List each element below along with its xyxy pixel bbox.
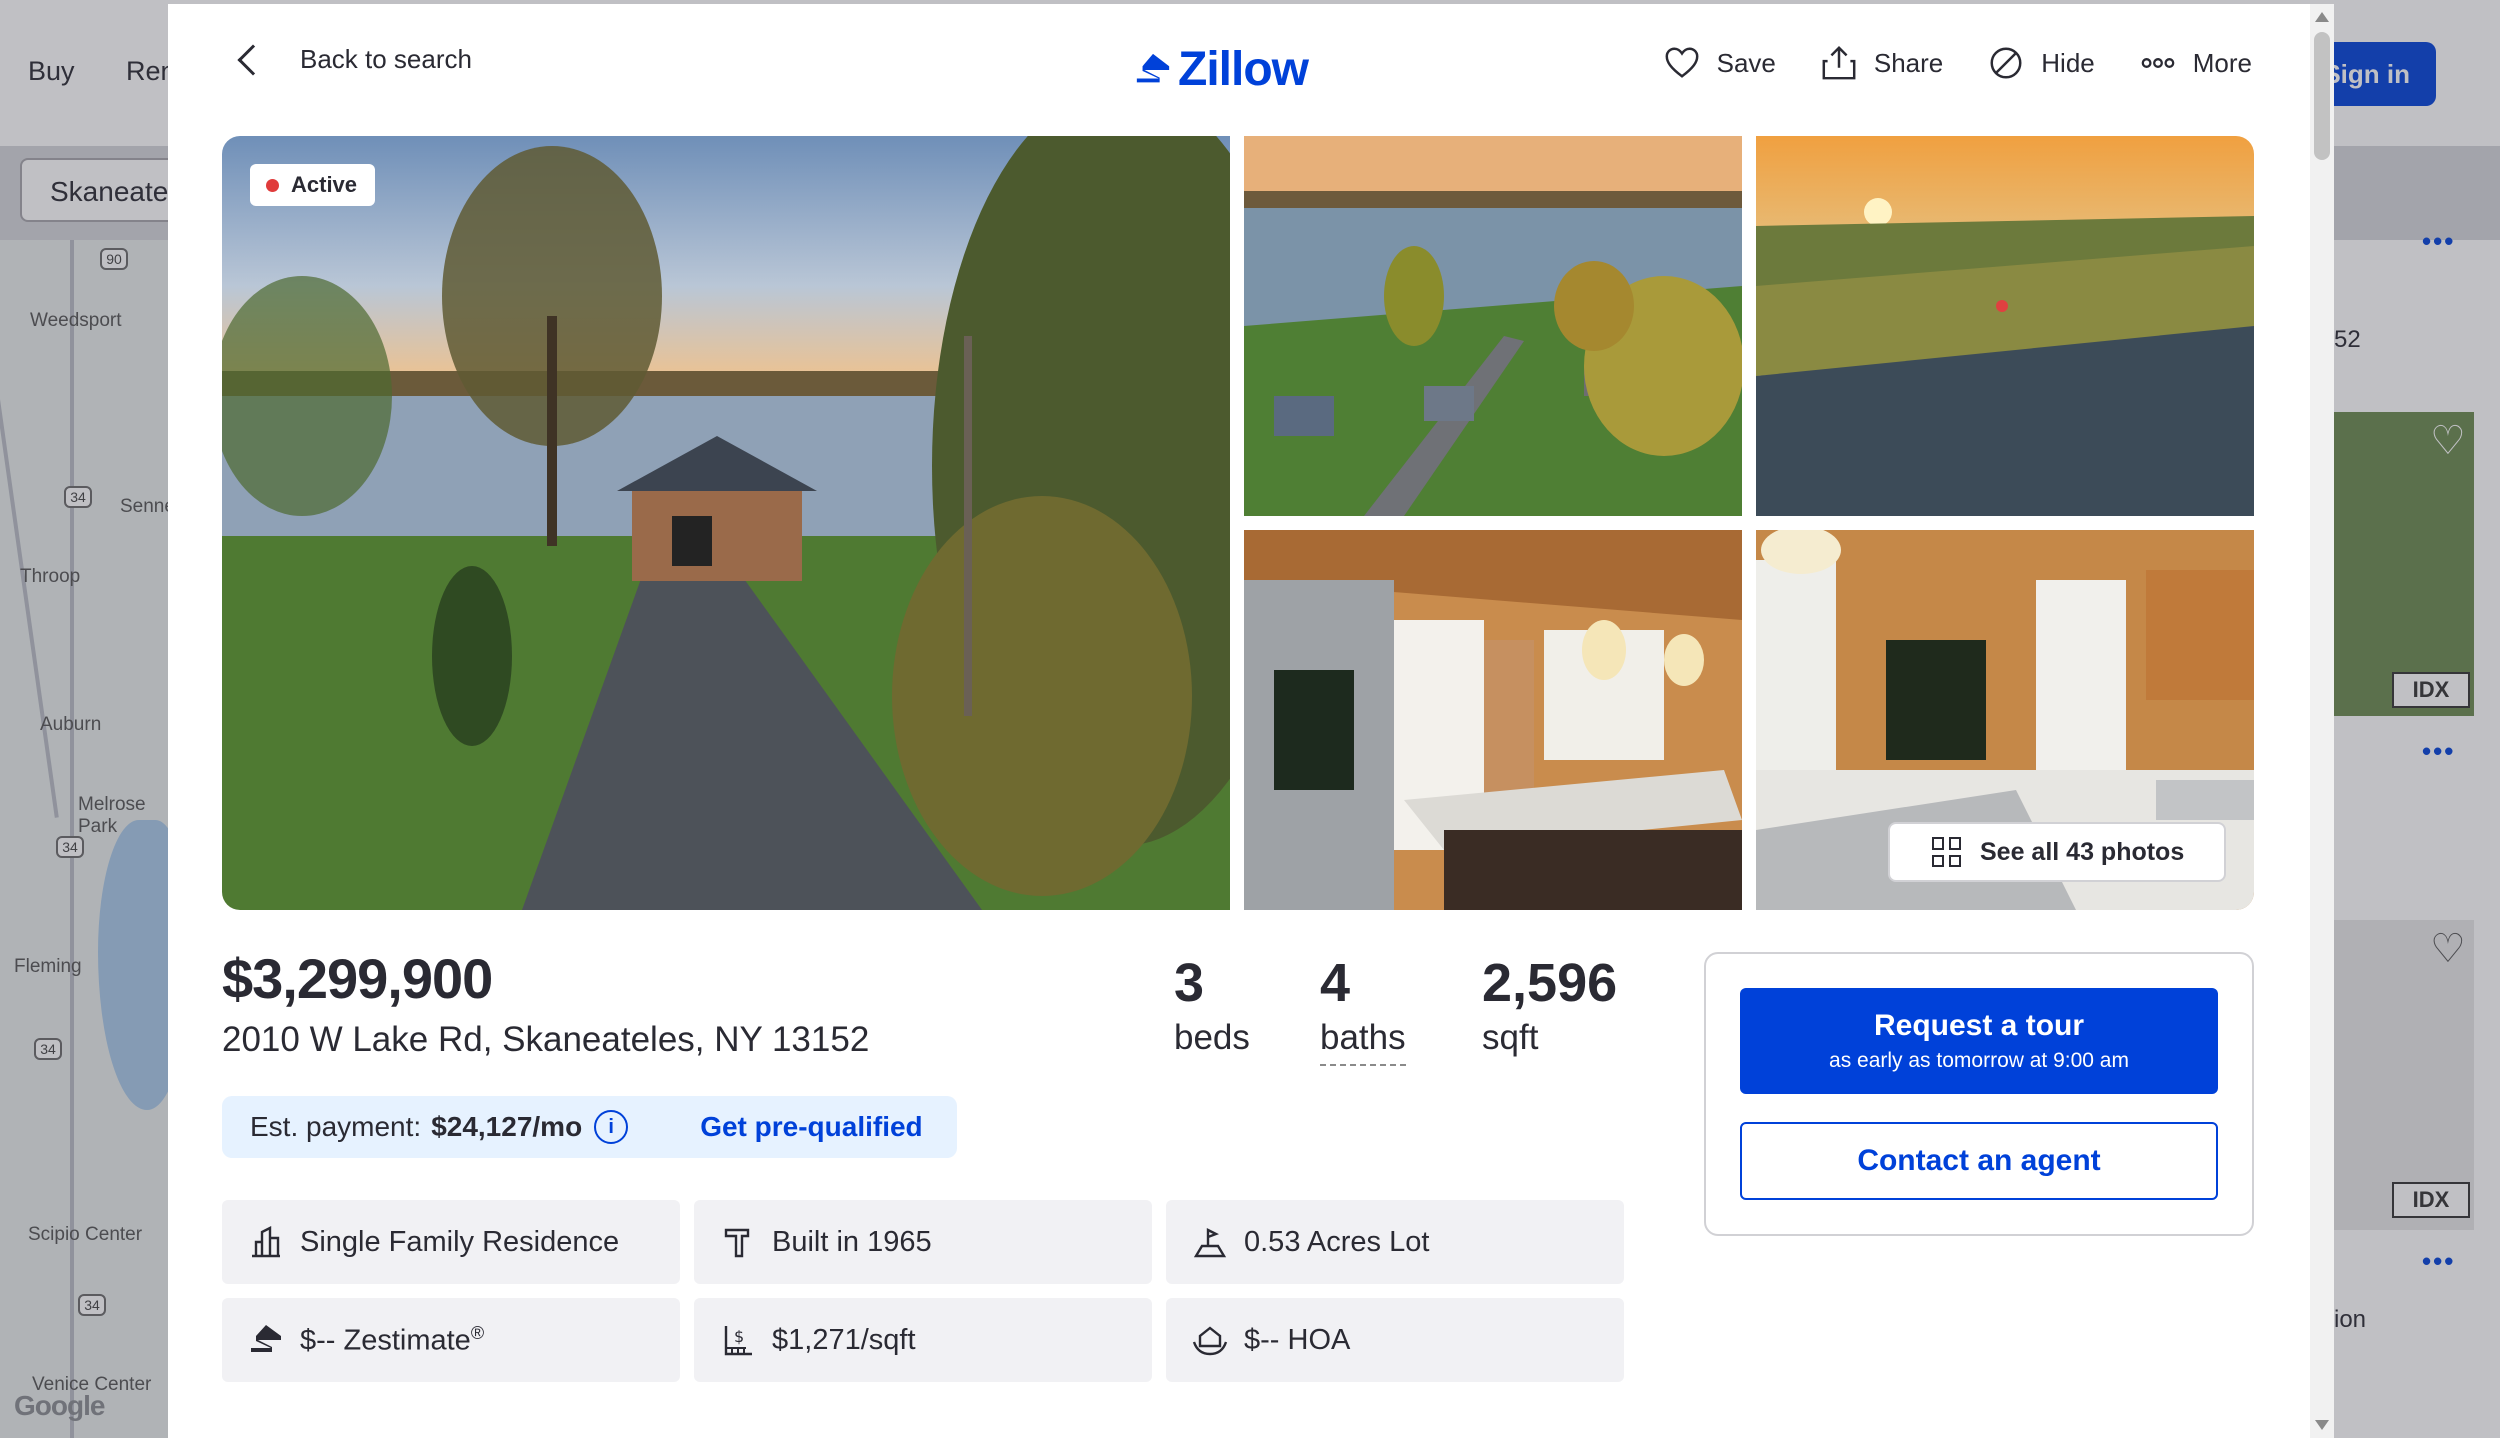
sqft-number: 2,596 — [1482, 953, 1618, 1013]
more-button[interactable]: More — [2139, 44, 2252, 82]
photo-kitchen-range[interactable]: See all 43 photos — [1756, 530, 2254, 910]
heart-icon — [1665, 47, 1699, 78]
sqft-label: sqft — [1482, 1018, 1539, 1057]
beds-stat: 3 beds — [1174, 952, 1250, 1058]
lot-size-text: 0.53 Acres Lot — [1244, 1225, 1430, 1258]
see-all-photos-button[interactable]: See all 43 photos — [1888, 822, 2226, 882]
price-per-sqft-text: $1,271/sqft — [772, 1323, 916, 1356]
lot-size-icon — [1193, 1228, 1227, 1258]
request-tour-subtitle: as early as tomorrow at 9:00 am — [1829, 1049, 2129, 1072]
scroll-down-icon[interactable] — [2315, 1420, 2329, 1430]
listing-price: $3,299,900 — [222, 947, 493, 1010]
status-label: Active — [291, 172, 358, 197]
listing-actions: Save Share Hide More — [1663, 44, 2252, 82]
info-icon[interactable]: i — [594, 1110, 629, 1144]
share-icon — [1822, 46, 1856, 80]
hammer-icon — [724, 1228, 750, 1258]
baths-number: 4 — [1320, 953, 1351, 1013]
modal-scrollbar[interactable] — [2310, 4, 2334, 1438]
price-per-sqft-icon: $ — [724, 1326, 752, 1356]
sqft-stat: 2,596 sqft — [1482, 952, 1617, 1058]
hoa-text: $-- HOA — [1244, 1323, 1351, 1356]
share-label: Share — [1873, 47, 1944, 78]
fact-home-type: Single Family Residence — [222, 1200, 680, 1284]
zestimate-value: $-- Zestimate — [300, 1324, 471, 1357]
baths-label[interactable]: baths — [1320, 1018, 1406, 1066]
payment-label: Est. payment: — [250, 1111, 422, 1142]
photo-sunset-aerial[interactable] — [1756, 136, 2254, 516]
zillow-logo[interactable]: Zillow — [1134, 42, 1309, 97]
hoa-icon — [1192, 1326, 1228, 1356]
see-all-photos-label: See all 43 photos — [1980, 837, 2185, 866]
main-photo-exterior[interactable]: Active — [222, 136, 1230, 910]
status-badge: Active — [250, 164, 376, 206]
photo-grid-icon — [1932, 837, 1962, 867]
fact-year-built: Built in 1965 — [694, 1200, 1152, 1284]
zillow-logo-icon — [1136, 53, 1170, 82]
listing-modal: Back to search Zillow Save Share Hide Mo… — [168, 4, 2334, 1438]
more-dots-icon — [2141, 58, 2175, 68]
request-tour-title: Request a tour — [1873, 1009, 2085, 1042]
logo-text: Zillow — [1178, 43, 1309, 96]
fact-lot-size: 0.53 Acres Lot — [1166, 1200, 1624, 1284]
hide-button[interactable]: Hide — [1987, 44, 2095, 82]
zestimate-text: $-- Zestimate® — [300, 1323, 484, 1358]
svg-text:$: $ — [734, 1327, 744, 1346]
back-label: Back to search — [300, 44, 472, 74]
payment-value: $24,127/mo — [431, 1111, 583, 1142]
share-button[interactable]: Share — [1820, 44, 1943, 82]
active-status-dot — [266, 178, 279, 192]
contact-agent-button[interactable]: Contact an agent — [1740, 1122, 2218, 1200]
year-built-text: Built in 1965 — [772, 1225, 932, 1258]
exterior-photo-image — [222, 136, 1230, 910]
fact-hoa: $-- HOA — [1166, 1298, 1624, 1382]
request-tour-button[interactable]: Request a tour as early as tomorrow at 9… — [1740, 988, 2218, 1094]
fact-price-per-sqft: $ $1,271/sqft — [694, 1298, 1152, 1382]
photo-aerial-shoreline[interactable] — [1244, 136, 1742, 516]
registered-mark: ® — [470, 1322, 485, 1343]
beds-label: beds — [1174, 1018, 1250, 1057]
aerial-shoreline-image — [1244, 136, 1742, 516]
listing-address: 2010 W Lake Rd, Skaneateles, NY 13152 — [222, 1020, 870, 1059]
hide-icon — [1990, 47, 2022, 79]
sunset-aerial-image — [1756, 136, 2254, 516]
home-type-text: Single Family Residence — [300, 1225, 620, 1258]
back-to-search-link[interactable]: Back to search — [232, 43, 472, 76]
save-label: Save — [1716, 47, 1776, 78]
estimated-payment-bar: Est. payment: $24,127/mo i Get pre-quali… — [222, 1096, 957, 1158]
get-pre-qualified-link[interactable]: Get pre-qualified — [700, 1111, 922, 1143]
more-label: More — [2192, 47, 2252, 78]
modal-top-bar: Back to search Zillow Save Share Hide Mo… — [168, 4, 2310, 134]
hide-label: Hide — [2041, 47, 2095, 78]
save-button[interactable]: Save — [1663, 44, 1776, 82]
contact-panel: Request a tour as early as tomorrow at 9… — [1704, 952, 2254, 1236]
chevron-left-icon — [237, 43, 269, 76]
building-icon — [252, 1226, 280, 1258]
zestimate-icon — [251, 1325, 281, 1352]
baths-stat[interactable]: 4 baths — [1320, 952, 1406, 1066]
photo-kitchen-island[interactable] — [1244, 530, 1742, 910]
kitchen-island-image — [1244, 530, 1742, 910]
scrollbar-thumb[interactable] — [2314, 32, 2330, 160]
beds-number: 3 — [1174, 953, 1205, 1013]
scroll-up-icon[interactable] — [2315, 12, 2329, 22]
fact-zestimate[interactable]: $-- Zestimate® — [222, 1298, 680, 1382]
